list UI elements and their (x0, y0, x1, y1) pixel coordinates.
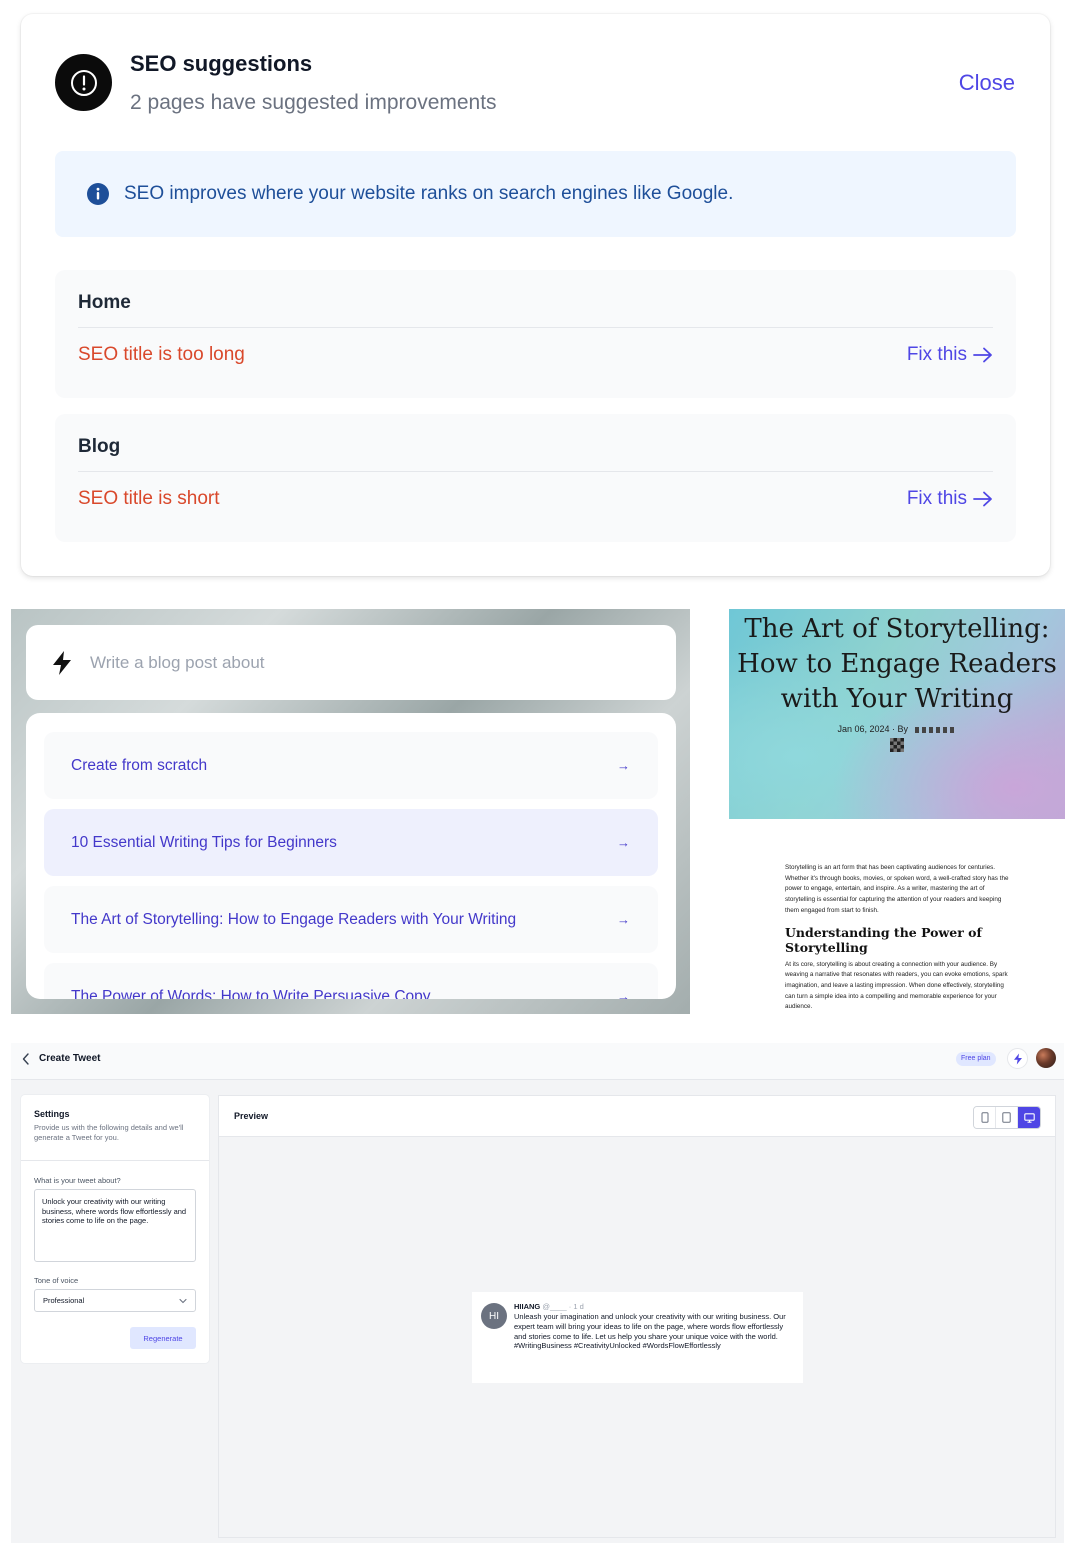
suggestion-list: Create from scratch → 10 Essential Writi… (26, 713, 676, 999)
suggestion-label: 10 Essential Writing Tips for Beginners (71, 833, 337, 851)
page-name: Home (78, 292, 131, 313)
divider (78, 327, 993, 328)
preview-panel: Preview HI HIIANG @____ · 1 d Unleash yo… (218, 1095, 1056, 1538)
mobile-view-icon (981, 1112, 988, 1123)
suggestion-label: The Power of Words: How to Write Persuas… (71, 987, 431, 1000)
blog-heading: Understanding the Power of Storytelling (785, 924, 982, 955)
tweet-preview-card: HI HIIANG @____ · 1 d Unleash your imagi… (472, 1292, 803, 1383)
seo-issue: SEO title is too long (78, 344, 245, 365)
tone-select[interactable]: Professional (34, 1289, 196, 1312)
desktop-view-button[interactable] (1018, 1107, 1040, 1128)
tablet-view-button[interactable] (996, 1107, 1018, 1128)
chevron-down-icon (179, 1298, 187, 1303)
arrow-right-icon: → (617, 835, 630, 850)
app-header: Create Tweet Free plan (11, 1043, 1064, 1080)
arrow-right-icon: → (617, 912, 630, 927)
desktop-view-icon (1023, 1112, 1035, 1123)
exclamation-circle-icon (55, 54, 112, 111)
tone-value: Professional (43, 1296, 85, 1305)
suggestion-item[interactable]: The Power of Words: How to Write Persuas… (44, 963, 658, 999)
seo-title: SEO suggestions (130, 51, 313, 76)
regenerate-button[interactable]: Regenerate (130, 1327, 196, 1349)
page-name: Blog (78, 436, 121, 457)
bolt-icon (53, 650, 71, 675)
divider (78, 471, 993, 472)
tweet-avatar: HI (481, 1303, 507, 1329)
blog-prompt-input[interactable]: Write a blog post about (26, 625, 676, 700)
tweet-author-line: HIIANG @____ · 1 d (514, 1302, 584, 1311)
suggestion-item[interactable]: Create from scratch → (44, 732, 658, 799)
seo-info-text: SEO improves where your website ranks on… (124, 183, 734, 204)
blog-body: Storytelling is an art form that has bee… (785, 863, 1011, 1013)
seo-issue: SEO title is short (78, 488, 220, 509)
tweet-text: Unleash your imagination and unlock your… (514, 1312, 786, 1351)
seo-subtitle: 2 pages have suggested improvements (130, 91, 497, 114)
blog-hero-image: The Art of Storytelling: How to Engage R… (729, 609, 1065, 819)
pixelated-author-avatar (890, 738, 904, 752)
tweet-handle: @____ (542, 1302, 567, 1311)
suggestion-item[interactable]: 10 Essential Writing Tips for Beginners … (44, 809, 658, 876)
prompt-placeholder: Write a blog post about (90, 652, 265, 672)
settings-description: Provide us with the following details an… (34, 1123, 184, 1142)
blog-date: Jan 06, 2024 · By (837, 724, 909, 734)
arrow-right-icon: → (617, 758, 630, 773)
pixelated-author-name (914, 726, 957, 733)
preview-header: Preview (219, 1096, 1055, 1137)
tweet-author-name: HIIANG (514, 1302, 541, 1311)
blog-paragraph: At its core, storytelling is about creat… (785, 960, 1008, 1011)
fix-this-label: Fix this (906, 344, 967, 365)
page-title: Create Tweet (39, 1053, 101, 1064)
fix-this-label: Fix this (906, 488, 967, 509)
plan-badge[interactable]: Free plan (956, 1052, 996, 1066)
seo-info-banner: SEO improves where your website ranks on… (55, 151, 1016, 237)
seo-page-home: Home SEO title is too long Fix this (55, 270, 1016, 398)
blog-intro: Storytelling is an art form that has bee… (785, 864, 1009, 914)
mobile-view-button[interactable] (974, 1107, 996, 1128)
settings-title: Settings (34, 1109, 70, 1119)
view-mode-toggle (973, 1106, 1041, 1129)
seo-page-blog: Blog SEO title is short Fix this (55, 414, 1016, 542)
fix-this-link[interactable]: Fix this (907, 488, 993, 510)
chevron-left-icon[interactable] (21, 1052, 31, 1066)
info-icon (87, 183, 109, 205)
about-label: What is your tweet about? (34, 1176, 121, 1185)
tweet-time: · 1 d (568, 1302, 584, 1311)
blog-title: The Art of Storytelling: How to Engage R… (737, 614, 1057, 714)
fix-this-link[interactable]: Fix this (907, 344, 993, 366)
tone-label: Tone of voice (34, 1276, 79, 1285)
settings-panel: Settings Provide us with the following d… (21, 1095, 209, 1363)
blog-post-preview: The Art of Storytelling: How to Engage R… (729, 609, 1065, 1015)
blog-prompt-panel: Write a blog post about Create from scra… (11, 609, 690, 1014)
arrow-right-icon: → (617, 989, 630, 999)
avatar[interactable] (1036, 1048, 1056, 1068)
blog-meta: Jan 06, 2024 · By (729, 724, 1065, 752)
seo-suggestions-card: SEO suggestions 2 pages have suggested i… (21, 14, 1050, 576)
suggestion-label: Create from scratch (71, 756, 208, 774)
divider (21, 1160, 209, 1161)
bolt-icon (1013, 1053, 1022, 1064)
suggestion-item[interactable]: The Art of Storytelling: How to Engage R… (44, 886, 658, 953)
suggestion-label: The Art of Storytelling: How to Engage R… (71, 910, 517, 928)
tweet-about-textarea[interactable]: Unlock your creativity with our writing … (34, 1189, 196, 1262)
bolt-button[interactable] (1007, 1048, 1028, 1069)
arrow-right-icon (973, 347, 992, 363)
create-tweet-app: Create Tweet Free plan Settings Provide … (11, 1043, 1064, 1543)
close-button[interactable]: Close (959, 70, 1015, 96)
arrow-right-icon (973, 491, 992, 507)
tablet-view-icon (1002, 1112, 1011, 1123)
preview-title: Preview (234, 1111, 269, 1121)
